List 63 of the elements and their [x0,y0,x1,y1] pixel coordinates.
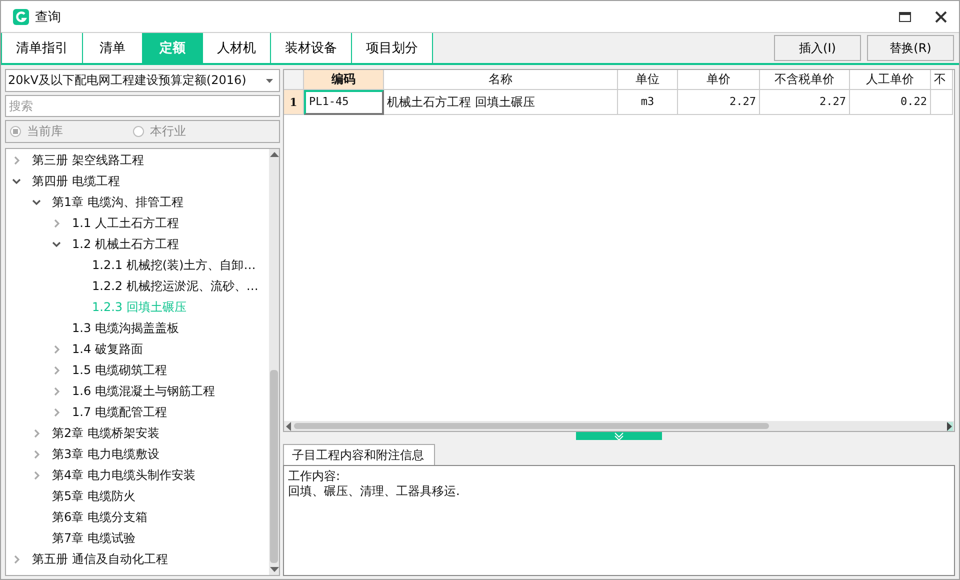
tree-item[interactable]: 1.7 电缆配管工程 [72,404,167,421]
tree-item[interactable]: 第7章 电缆试验 [52,530,136,547]
column-header[interactable]: 编码 [304,70,384,90]
action-button[interactable]: 替换(R) [867,35,954,61]
scroll-right-icon[interactable] [947,422,953,430]
tree-item[interactable]: 1.6 电缆混凝土与钢筋工程 [72,383,215,400]
scroll-left-icon[interactable] [285,422,291,430]
tree-item[interactable]: 1.1 人工土石方工程 [72,215,179,232]
detail-tab[interactable]: 子目工程内容和附注信息 [283,444,435,465]
maximize-icon[interactable] [899,12,911,22]
tab[interactable]: 人材机 [203,33,271,63]
tree-item[interactable]: 第四册 电缆工程 [32,173,120,190]
table-cell: 2.27 [678,90,760,115]
radio-button[interactable] [133,126,144,137]
column-header[interactable]: 名称 [384,70,618,90]
table-cell [931,90,953,115]
dropdown-value: 20kV及以下配电网工程建设预算定额(2016) [8,72,246,89]
detail-text: 回填、碾压、清理、工器具移运. [288,484,461,499]
tab[interactable]: 装材设备 [271,33,352,63]
radio-label: 本行业 [150,123,186,140]
column-header[interactable]: 不含税单价 [760,70,850,90]
tab[interactable]: 项目划分 [352,33,433,63]
tab[interactable]: 清单 [83,33,143,63]
scroll-up-icon[interactable] [270,151,278,157]
tree-item[interactable]: 1.2.1 机械挖(装)土方、自卸… [92,257,256,274]
tab[interactable]: 清单指引 [1,33,83,63]
dropdown-arrow-icon [266,78,273,82]
tree-item[interactable]: 1.2 机械土石方工程 [72,236,179,253]
collapse-handle-icon[interactable] [576,432,662,440]
close-icon[interactable] [935,10,947,22]
scroll-down-icon[interactable] [270,567,278,573]
table-cell: 机械土石方工程 回填土碾压 [384,90,618,115]
detail-text: 工作内容: [288,469,342,484]
scrollbar[interactable] [269,149,279,575]
tree-item[interactable]: 1.3 电缆沟揭盖盖板 [72,320,179,337]
scrollbar[interactable] [284,421,954,431]
tree-item[interactable]: 1.5 电缆砌筑工程 [72,362,167,379]
radio-label: 当前库 [27,123,63,140]
tree-item[interactable]: 第4章 电力电缆头制作安装 [52,467,196,484]
tree-item[interactable]: 第三册 架空线路工程 [32,152,144,169]
tree-item[interactable]: 第2章 电缆桥架安装 [52,425,160,442]
action-button[interactable]: 插入(I) [774,35,861,61]
table-cell: 0.22 [850,90,931,115]
column-header[interactable]: 不 [931,70,953,90]
tree-item[interactable]: 第1章 电缆沟、排管工程 [52,194,184,211]
window-title: 查询 [35,8,61,26]
table-cell: 2.27 [760,90,850,115]
tree-item[interactable]: 1.2.2 机械挖运淤泥、流砂、… [92,278,258,295]
library-dropdown[interactable]: 20kV及以下配电网工程建设预算定额(2016) [5,69,280,92]
app-logo-icon [13,8,29,24]
tree-item[interactable]: 1.4 破复路面 [72,341,143,358]
row-number: 1 [284,90,304,115]
table-cell: PL1-45 [304,90,384,115]
tree-item[interactable]: 第5章 电缆防火 [52,488,136,505]
tree-item[interactable]: 第6章 电缆分支箱 [52,509,148,526]
column-header[interactable]: 人工单价 [850,70,931,90]
table-cell: m3 [618,90,678,115]
column-header[interactable]: 单价 [678,70,760,90]
column-header[interactable]: 单位 [618,70,678,90]
tree-item[interactable]: 第五册 通信及自动化工程 [32,551,168,568]
tree-item[interactable]: 第3章 电力电缆敷设 [52,446,160,463]
radio-button[interactable] [10,126,21,137]
search-field[interactable]: 搜索 [5,95,280,117]
